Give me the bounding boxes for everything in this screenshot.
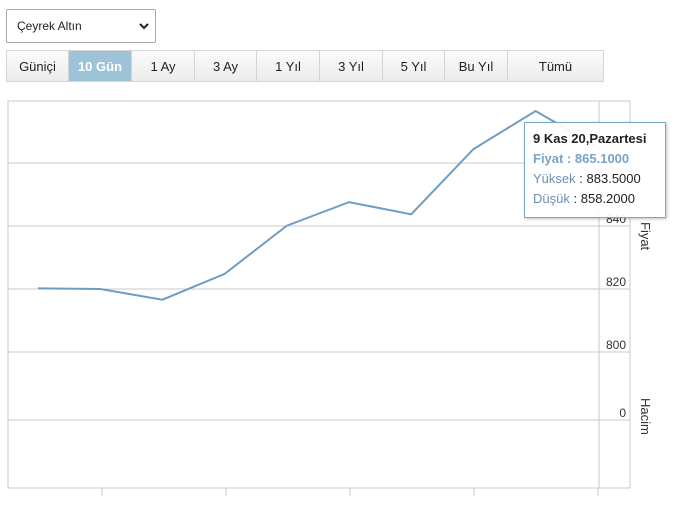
chevron-down-icon bbox=[139, 20, 149, 35]
tab-10-gun[interactable]: 10 Gün bbox=[69, 51, 132, 81]
tab-3-yil[interactable]: 3 Yıl bbox=[320, 51, 383, 81]
instrument-select[interactable]: Çeyrek Altın bbox=[6, 9, 156, 43]
tab-tumu[interactable]: Tümü bbox=[508, 51, 603, 81]
y-tick-label: 800 bbox=[606, 338, 626, 352]
volume-axis-label: Hacim bbox=[638, 398, 653, 435]
tab-1-ay[interactable]: 1 Ay bbox=[132, 51, 195, 81]
tooltip-low-row: Düşük : 858.2000 bbox=[533, 191, 635, 206]
tab-gunici[interactable]: Güniçi bbox=[7, 51, 69, 81]
volume-tick-label: 0 bbox=[619, 406, 626, 420]
tab-bu-yil[interactable]: Bu Yıl bbox=[445, 51, 508, 81]
tooltip-high-row: Yüksek : 883.5000 bbox=[533, 171, 641, 186]
y-axis-label: Fiyat bbox=[638, 222, 653, 251]
y-tick-label: 820 bbox=[606, 275, 626, 289]
x-axis-ticks bbox=[101, 488, 599, 496]
tooltip-price-value: 865.1000 bbox=[574, 151, 630, 166]
tooltip-low-label: Düşük bbox=[533, 191, 570, 206]
range-tabs: Güniçi 10 Gün 1 Ay 3 Ay 1 Yıl 3 Yıl 5 Yı… bbox=[6, 50, 604, 82]
tooltip-high-value: 883.5000 bbox=[586, 171, 641, 186]
tooltip-date: 9 Kas 20,Pazartesi bbox=[533, 131, 647, 146]
tooltip-high-label: Yüksek bbox=[533, 171, 576, 186]
tooltip-price-label: Fiyat bbox=[533, 151, 564, 166]
price-line bbox=[37, 109, 599, 301]
instrument-select-value: Çeyrek Altın bbox=[17, 19, 82, 33]
tab-3-ay[interactable]: 3 Ay bbox=[195, 51, 257, 81]
price-tooltip: 9 Kas 20,Pazartesi Fiyat : 865.1000 Yüks… bbox=[524, 122, 666, 218]
tooltip-low-value: 858.2000 bbox=[580, 191, 635, 206]
tab-5-yil[interactable]: 5 Yıl bbox=[383, 51, 445, 81]
tooltip-price-row: Fiyat : 865.1000 bbox=[533, 151, 630, 166]
tab-1-yil[interactable]: 1 Yıl bbox=[257, 51, 320, 81]
